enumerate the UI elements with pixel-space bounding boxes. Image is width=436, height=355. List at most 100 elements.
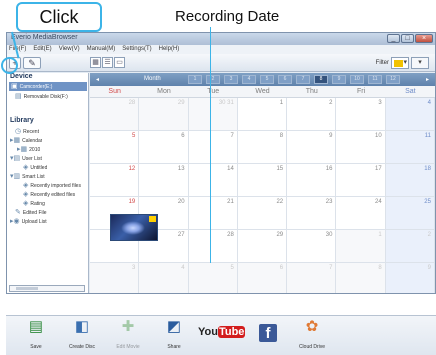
calendar-day-cell[interactable]: 4 <box>139 263 189 293</box>
youtube-button[interactable]: You Tube <box>198 318 246 354</box>
new-list-button[interactable]: ✎ <box>23 57 41 69</box>
next-month-icon[interactable]: ▸ <box>426 76 429 83</box>
calendar-day-cell[interactable]: 17 <box>336 164 386 197</box>
month-cell-6[interactable]: 6 <box>278 75 292 84</box>
day-number: 13 <box>177 166 185 172</box>
calendar-day-cell[interactable]: 7 <box>287 263 337 293</box>
month-cell-8[interactable]: 8 <box>314 75 328 84</box>
day-number: 28 <box>227 232 234 238</box>
thumbnail-view-icon[interactable]: ▦ <box>90 57 101 68</box>
calendar-day-cell[interactable]: 10 <box>336 131 386 164</box>
month-cell-4[interactable]: 4 <box>242 75 256 84</box>
calendar-day-cell[interactable]: 30 <box>287 230 337 263</box>
library-item-recently-edited[interactable]: ◈ Recently edited files <box>23 190 87 199</box>
scrollbar-thumb[interactable] <box>16 287 38 290</box>
calendar-day-cell[interactable]: 23 <box>287 197 337 230</box>
month-cell-9[interactable]: 9 <box>332 75 346 84</box>
library-item-edited-file[interactable]: ✎ Edited File <box>15 208 47 217</box>
calendar-day-cell[interactable]: 2 <box>385 230 435 263</box>
calendar-day-cell[interactable]: 2 <box>287 98 337 131</box>
calendar-day-cell[interactable]: 13 <box>139 164 189 197</box>
calendar-day-cell[interactable]: 12 <box>90 164 140 197</box>
calendar-day-cell[interactable]: 15 <box>237 164 288 197</box>
library-item-rating[interactable]: ◈ Rating <box>23 199 45 208</box>
star-icon: ◈ <box>23 200 29 207</box>
month-cell-11[interactable]: 11 <box>368 75 382 84</box>
month-cell-5[interactable]: 5 <box>260 75 274 84</box>
edit-movie-button[interactable]: ✚ Edit Movie <box>106 318 150 354</box>
calendar-day-cell[interactable]: 25 <box>385 197 435 230</box>
library-item-user-list[interactable]: ▾▤ User List <box>10 154 42 163</box>
recording-date-callout: Recording Date <box>175 8 280 25</box>
library-item-untitled[interactable]: ◈ Untitled <box>23 163 47 172</box>
list-view-icon[interactable]: ☰ <box>102 57 113 68</box>
weekday-wed: Wed <box>255 88 270 95</box>
calendar-day-cell[interactable]: 1 <box>336 230 386 263</box>
filter-select[interactable]: ▾ <box>391 57 409 69</box>
library-item-calendar[interactable]: ▸▦ Calendar <box>10 136 42 145</box>
calendar-day-cell[interactable]: 6 <box>139 131 189 164</box>
menu-view[interactable]: View(V) <box>59 45 80 54</box>
calendar-day-cell[interactable]: 21 <box>188 197 238 230</box>
calendar-day-cell[interactable]: 22 <box>237 197 288 230</box>
create-disc-button[interactable]: ◧ Create Disc <box>60 318 104 354</box>
menu-help[interactable]: Help(H) <box>159 45 180 54</box>
library-item-2010[interactable]: ▸▦ 2010 <box>17 145 40 154</box>
calendar-day-cell[interactable]: 29 <box>139 98 189 131</box>
calendar-day-cell[interactable]: 5 <box>90 131 140 164</box>
month-cell-12[interactable]: 12 <box>386 75 400 84</box>
calendar-day-cell[interactable]: 8 <box>237 131 288 164</box>
calendar-day-cell[interactable]: 5 <box>188 263 238 293</box>
calendar-view-icon[interactable]: ▭ <box>114 57 125 68</box>
month-cell-2[interactable]: 2 <box>206 75 220 84</box>
calendar-day-cell[interactable]: 4 <box>385 98 435 131</box>
menu-edit[interactable]: Edit(E) <box>33 45 51 54</box>
calendar-day-cell[interactable]: 6 <box>237 263 288 293</box>
calendar-day-cell[interactable]: 1 <box>237 98 288 131</box>
calendar-day-cell[interactable]: 9 <box>385 263 435 293</box>
calendar-day-cell[interactable]: 7 <box>188 131 238 164</box>
device-item-removable-disk[interactable]: ▤ Removable Disk(F:) <box>15 92 68 101</box>
menu-settings[interactable]: Settings(T) <box>122 45 151 54</box>
menu-manual[interactable]: Manual(M) <box>87 45 116 54</box>
filter-icon <box>394 60 403 67</box>
save-button[interactable]: ▤ Save <box>14 318 58 354</box>
library-item-recent[interactable]: ◷ Recent <box>15 127 39 136</box>
cloud-drive-button[interactable]: ✿ Cloud Drive <box>290 318 334 354</box>
calendar-day-cell[interactable]: 8 <box>336 263 386 293</box>
calendar-day-cell[interactable]: 3 <box>336 98 386 131</box>
library-item-recently-imported[interactable]: ◈ Recently imported files <box>23 181 87 190</box>
month-cell-10[interactable]: 10 <box>350 75 364 84</box>
close-button[interactable]: × <box>415 34 433 43</box>
facebook-button[interactable]: f <box>246 318 290 354</box>
library-item-smart-list[interactable]: ▾▥ Smart List <box>10 172 45 181</box>
calendar-day-cell[interactable]: 3 <box>90 263 140 293</box>
calendar-day-cell[interactable]: 18 <box>385 164 435 197</box>
calendar-day-cell[interactable]: 28 <box>188 230 238 263</box>
title-bar: Everio MediaBrowser _ □ × <box>7 33 435 45</box>
month-cell-1[interactable]: 1 <box>188 75 202 84</box>
calendar-day-cell[interactable]: 11 <box>385 131 435 164</box>
minimize-button[interactable]: _ <box>387 34 400 43</box>
view-options-button[interactable]: ▾ <box>411 57 429 69</box>
calendar-day-cell[interactable]: 30 31 <box>188 98 238 131</box>
folder-icon: ▾▤ <box>10 155 21 162</box>
prev-month-icon[interactable]: ◂ <box>96 76 99 83</box>
calendar-day-cell[interactable]: 14 <box>188 164 238 197</box>
youtube-logo: You Tube <box>198 326 246 338</box>
library-item-upload-list[interactable]: ▸◉ Upload List <box>10 217 47 226</box>
month-cell-7[interactable]: 7 <box>296 75 310 84</box>
share-button[interactable]: ◩ Share <box>152 318 196 354</box>
window-controls: _ □ × <box>387 34 433 43</box>
calendar-day-cell[interactable]: 29 <box>237 230 288 263</box>
calendar-day-cell[interactable]: 28 <box>90 98 140 131</box>
calendar-day-cell[interactable]: 9 <box>287 131 337 164</box>
calendar-day-cell[interactable]: 16 <box>287 164 337 197</box>
video-thumbnail[interactable] <box>110 214 158 241</box>
device-item-camcorder[interactable]: ▣ Camcorder(E:) <box>9 82 87 91</box>
sidebar-scrollbar[interactable] <box>9 285 85 292</box>
calendar-panel: ◂ Month ▸ 1 2 3 4 5 6 7 8 9 10 11 12 Sun Mon Tue Wed Th… <box>90 73 435 293</box>
month-cell-3[interactable]: 3 <box>224 75 238 84</box>
calendar-day-cell[interactable]: 24 <box>336 197 386 230</box>
maximize-button[interactable]: □ <box>401 34 414 43</box>
